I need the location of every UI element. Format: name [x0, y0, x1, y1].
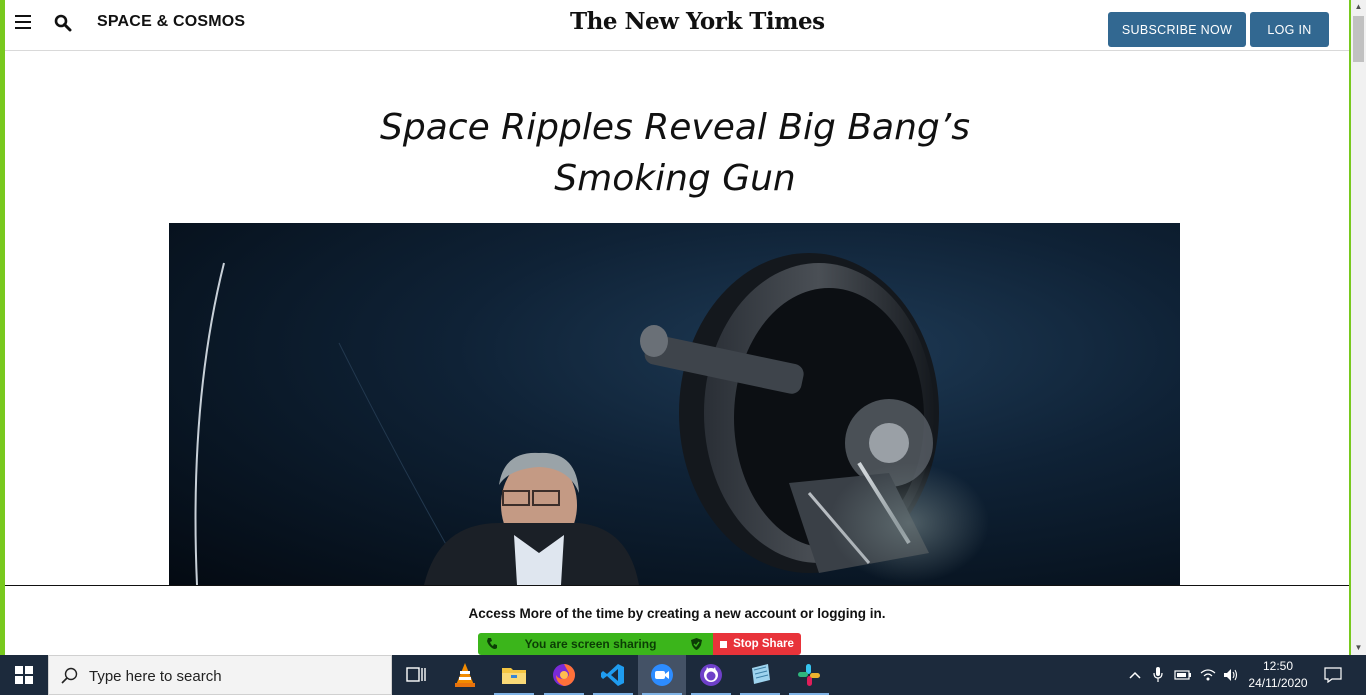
headline-line-2: Smoking Gun	[554, 158, 796, 199]
wifi-icon[interactable]	[1197, 655, 1219, 695]
file-explorer-icon[interactable]	[490, 655, 538, 695]
stop-icon	[720, 640, 728, 648]
paywall-divider	[5, 585, 1349, 586]
start-button[interactable]	[0, 655, 48, 695]
screen-share-frame-left	[0, 0, 5, 655]
nyt-logo[interactable]: The New York Times	[570, 8, 825, 35]
notifications-icon[interactable]	[1318, 655, 1348, 695]
notepad-icon[interactable]	[736, 655, 784, 695]
taskbar-search-placeholder: Type here to search	[89, 668, 222, 685]
article-headline: Space Ripples Reveal Big Bang’s Smoking …	[380, 102, 970, 204]
clock-time: 12:50	[1262, 659, 1294, 673]
clock-date: 24/11/2020	[1248, 676, 1308, 690]
windows-taskbar: Type here to search 12:50 24/11/2020	[0, 655, 1366, 695]
volume-icon[interactable]	[1220, 655, 1242, 695]
menu-icon[interactable]	[15, 15, 31, 29]
zoom-icon[interactable]	[638, 655, 686, 695]
scrollbar-thumb[interactable]	[1353, 16, 1364, 62]
telescope-photo	[194, 253, 989, 585]
vlc-icon[interactable]	[441, 655, 489, 695]
taskbar-search-box[interactable]: Type here to search	[48, 655, 392, 695]
screen-share-status-bar: You are screen sharing	[478, 633, 713, 655]
task-view-icon[interactable]	[392, 655, 440, 695]
section-link[interactable]: SPACE & COSMOS	[97, 13, 245, 31]
headline-line-1: Space Ripples Reveal Big Bang’s	[380, 107, 970, 148]
site-header: SPACE & COSMOS The New York Times SUBSCR…	[5, 0, 1349, 51]
windows-logo-icon	[15, 666, 33, 684]
show-hidden-icons-chevron-icon[interactable]	[1124, 655, 1146, 695]
signin-prompt: Access More of the time by creating a ne…	[468, 606, 886, 621]
article-hero-image	[169, 223, 1180, 585]
vscode-icon[interactable]	[589, 655, 637, 695]
stop-share-button[interactable]: Stop Share	[713, 633, 801, 655]
shield-icon	[691, 638, 702, 650]
login-button[interactable]: LOG IN	[1250, 12, 1329, 47]
search-icon[interactable]	[54, 14, 72, 32]
microphone-icon[interactable]	[1148, 655, 1168, 695]
screen-sharing-label: You are screen sharing	[524, 637, 657, 651]
slack-icon[interactable]	[785, 655, 833, 695]
scroll-down-arrow-icon[interactable]: ▼	[1351, 641, 1366, 655]
taskbar-clock[interactable]: 12:50 24/11/2020	[1243, 658, 1313, 692]
subscribe-button[interactable]: SUBSCRIBE NOW	[1108, 12, 1246, 47]
scroll-up-arrow-icon[interactable]: ▲	[1351, 0, 1366, 14]
stop-share-label: Stop Share	[733, 638, 794, 650]
page-scrollbar[interactable]	[1351, 0, 1366, 655]
github-desktop-icon[interactable]	[687, 655, 735, 695]
firefox-icon[interactable]	[540, 655, 588, 695]
battery-icon[interactable]	[1172, 655, 1194, 695]
search-icon	[61, 667, 78, 684]
